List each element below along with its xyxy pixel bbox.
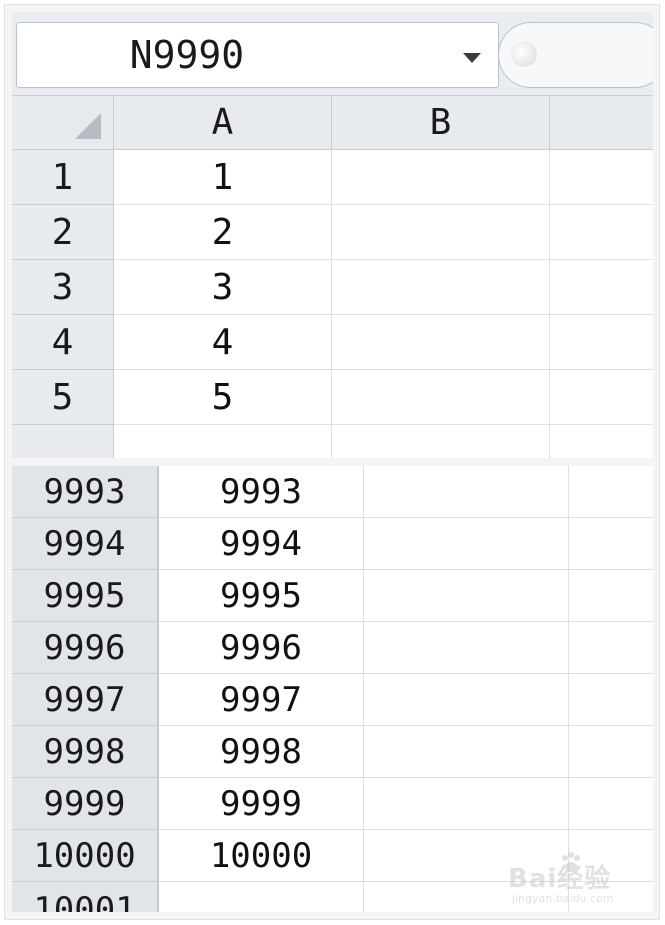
row-header[interactable]: 9993 <box>12 466 159 518</box>
row-header[interactable]: 5 <box>12 370 114 425</box>
row-header[interactable]: 10001 <box>12 882 159 912</box>
cell-b[interactable] <box>364 622 569 674</box>
column-header-c-label: C <box>651 102 653 143</box>
column-header-a[interactable]: A <box>114 96 332 150</box>
table-row: 5 5 <box>12 370 653 425</box>
cell-c[interactable] <box>550 205 653 260</box>
row-header[interactable]: 6 <box>12 425 114 458</box>
cell-b[interactable] <box>364 778 569 830</box>
cell-b[interactable] <box>364 726 569 778</box>
spreadsheet-top-view: N9990 A B C 1 1 2 2 3 3 <box>12 12 653 458</box>
cell-a[interactable] <box>159 882 364 912</box>
cell-a[interactable]: 4 <box>114 315 332 370</box>
cell-c[interactable] <box>550 315 653 370</box>
watermark-logo: Bai经验 <box>508 864 612 894</box>
row-header[interactable]: 9999 <box>12 778 159 830</box>
column-header-b[interactable]: B <box>332 96 550 150</box>
cell-b[interactable] <box>364 518 569 570</box>
cell-a[interactable]: 9993 <box>159 466 364 518</box>
cell-a[interactable]: 9998 <box>159 726 364 778</box>
cell-a[interactable]: 5 <box>114 370 332 425</box>
cell-a[interactable]: 9996 <box>159 622 364 674</box>
cell-c[interactable] <box>550 260 653 315</box>
cell-c[interactable] <box>569 726 653 778</box>
row-header[interactable]: 9997 <box>12 674 159 726</box>
table-row: 4 4 <box>12 315 653 370</box>
cell-a[interactable]: 9999 <box>159 778 364 830</box>
cell-a[interactable]: 10000 <box>159 830 364 882</box>
cell-a[interactable]: 1 <box>114 150 332 205</box>
table-row: 9999 9999 <box>12 778 653 830</box>
table-row: 6 6 <box>12 425 653 458</box>
column-header-row: A B C <box>12 96 653 150</box>
select-all-corner[interactable] <box>12 96 114 150</box>
cell-c[interactable] <box>569 466 653 518</box>
row-header[interactable]: 9994 <box>12 518 159 570</box>
table-row: 2 2 <box>12 205 653 260</box>
cell-b[interactable] <box>332 150 550 205</box>
cell-a[interactable]: 9994 <box>159 518 364 570</box>
cell-c[interactable] <box>569 674 653 726</box>
row-header[interactable]: 1 <box>12 150 114 205</box>
cell-b[interactable] <box>332 260 550 315</box>
cell-a[interactable]: 2 <box>114 205 332 260</box>
table-row: 9993 9993 <box>12 466 653 518</box>
cell-c[interactable] <box>550 370 653 425</box>
spreadsheet-bottom-view: 9993 9993 9994 9994 9995 9995 9996 9996 … <box>12 466 653 912</box>
row-header[interactable]: 4 <box>12 315 114 370</box>
watermark-url: jingyan.baidu.com <box>512 892 614 905</box>
formula-bar: N9990 <box>12 12 653 96</box>
table-row: 9994 9994 <box>12 518 653 570</box>
cell-b[interactable] <box>364 570 569 622</box>
cell-a[interactable]: 9997 <box>159 674 364 726</box>
table-row: 9995 9995 <box>12 570 653 622</box>
row-header-label: 10001 <box>33 890 136 912</box>
cell-c[interactable] <box>550 425 653 458</box>
formula-input-handle[interactable] <box>498 22 653 88</box>
cell-c[interactable] <box>569 570 653 622</box>
table-row: 1 1 <box>12 150 653 205</box>
cell-c[interactable] <box>569 518 653 570</box>
cell-c[interactable] <box>569 778 653 830</box>
cell-b[interactable] <box>332 315 550 370</box>
cell-b[interactable] <box>332 425 550 458</box>
table-row: 9996 9996 <box>12 622 653 674</box>
cell-a[interactable]: 9995 <box>159 570 364 622</box>
baidu-jingyan-watermark: Bai经验 jingyan.baidu.com <box>508 852 648 912</box>
cell-a[interactable]: 6 <box>114 425 332 458</box>
table-row: 3 3 <box>12 260 653 315</box>
column-header-c[interactable]: C <box>550 96 653 150</box>
cell-c[interactable] <box>550 150 653 205</box>
name-box-value: N9990 <box>129 33 245 77</box>
table-row: 9998 9998 <box>12 726 653 778</box>
table-row: 9997 9997 <box>12 674 653 726</box>
cell-a[interactable]: 3 <box>114 260 332 315</box>
cell-c[interactable] <box>569 622 653 674</box>
cell-b[interactable] <box>364 674 569 726</box>
cell-b[interactable] <box>332 205 550 260</box>
row-header[interactable]: 9996 <box>12 622 159 674</box>
row-header[interactable]: 9995 <box>12 570 159 622</box>
chevron-down-icon[interactable] <box>457 48 487 68</box>
row-header[interactable]: 2 <box>12 205 114 260</box>
cell-b[interactable] <box>332 370 550 425</box>
row-header[interactable]: 3 <box>12 260 114 315</box>
name-box[interactable]: N9990 <box>16 22 499 88</box>
row-header[interactable]: 9998 <box>12 726 159 778</box>
row-header[interactable]: 10000 <box>12 830 159 882</box>
cell-b[interactable] <box>364 466 569 518</box>
